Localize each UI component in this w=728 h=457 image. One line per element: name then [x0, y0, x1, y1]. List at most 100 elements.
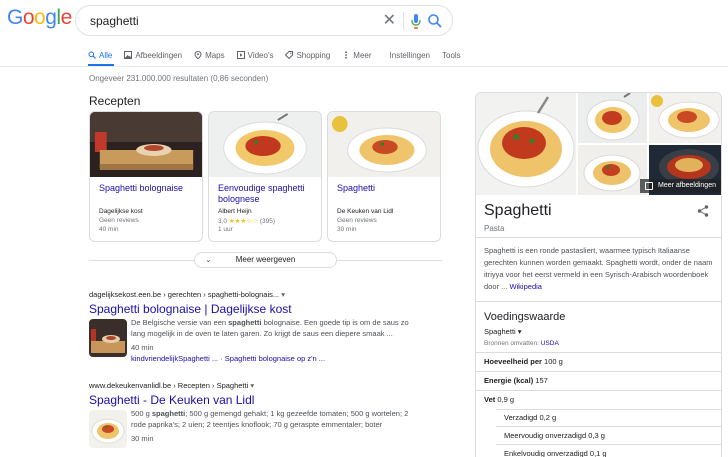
nutrition-row: Enkelvoudig onverzadigd 0,1 g	[476, 449, 721, 457]
result-url[interactable]: www.dekeukenvanlidl.be › Recepten › Spag…	[89, 381, 254, 390]
result-time: 40 min	[131, 343, 154, 352]
nutrition-value: 0,2 g	[539, 413, 557, 422]
nutrition-select-value: Spaghetti	[484, 327, 516, 336]
nutrition-value: 0,1 g	[589, 449, 607, 457]
image-icon	[645, 182, 653, 190]
nutrition-value: 0,9 g	[497, 395, 515, 404]
nutrition-label: Meervoudig onverzadigd	[504, 431, 587, 440]
nutrition-label: Energie (kcal)	[484, 376, 534, 385]
result-sitelinks[interactable]: kindvriendelijkSpaghetti ... · Spaghetti…	[131, 354, 325, 363]
search-tabs: Alle Afbeeldingen Maps Video's Shopping …	[88, 49, 473, 61]
mic-icon[interactable]	[411, 14, 421, 29]
nutrition-select[interactable]: Spaghetti ▾	[484, 327, 522, 336]
result-snippet: 500 g spaghetti; 500 g gemengd gehakt; 1…	[131, 409, 416, 430]
result-stats: Ongeveer 231.000.000 resultaten (0,86 se…	[89, 74, 269, 83]
nutrition-row: Meervoudig onverzadigd 0,3 g	[476, 431, 721, 440]
knowledge-description: Spaghetti is een ronde pastasliert, waar…	[484, 245, 720, 293]
recipe-card[interactable]: Eenvoudige spaghetti bolognese Albert He…	[208, 111, 322, 242]
caret-down-icon[interactable]: ▾	[250, 381, 254, 390]
wikipedia-link[interactable]: Wikipedia	[509, 282, 542, 291]
share-icon[interactable]	[697, 205, 709, 217]
recipe-source: Dagelijkse kost	[99, 208, 143, 215]
caret-down-icon[interactable]: ▾	[281, 290, 285, 299]
nutrition-source: Bronnen omvatten: USDA	[484, 340, 559, 347]
knowledge-image[interactable]	[476, 93, 576, 195]
recipe-card[interactable]: Spaghetti De Keuken van Lidl Geen review…	[327, 111, 441, 242]
panel-divider	[476, 371, 721, 372]
tab-shopping[interactable]: Shopping	[285, 49, 330, 61]
panel-divider	[496, 426, 721, 427]
logo-letter: o	[22, 6, 35, 29]
header-divider	[0, 66, 728, 67]
search-icon	[88, 51, 96, 59]
result-breadcrumb: www.dekeukenvanlidl.be › Recepten › Spag…	[89, 381, 249, 390]
recipe-image	[209, 112, 321, 177]
recipe-title[interactable]: Eenvoudige spaghetti bolognese	[218, 183, 318, 205]
result-time: 30 min	[131, 434, 154, 443]
tab-maps[interactable]: Maps	[194, 49, 225, 61]
rating-count: (395)	[259, 218, 275, 225]
image-icon	[124, 51, 133, 59]
more-icon	[345, 51, 348, 59]
video-icon	[236, 51, 245, 59]
google-logo[interactable]: Google	[7, 6, 72, 30]
tab-label: Shopping	[296, 50, 331, 60]
result-thumbnail[interactable]	[89, 319, 127, 357]
search-input[interactable]: spaghetti	[90, 14, 139, 28]
tab-meer[interactable]: Meer	[342, 49, 372, 61]
result-title[interactable]: Spaghetti bolognaise | Dagelijkse kost	[89, 302, 292, 316]
tab-label: Maps	[205, 50, 225, 60]
result-title[interactable]: Spaghetti - De Keuken van Lidl	[89, 393, 254, 407]
recipe-rating: 3,0 ★★★☆☆ (395)	[218, 217, 275, 225]
recipe-reviews: Geen reviews	[99, 217, 139, 224]
logo-letter: G	[7, 6, 23, 29]
tab-label: Tools	[442, 50, 461, 60]
result-url[interactable]: dagelijksekost.een.be › gerechten › spag…	[89, 290, 285, 299]
tab-videos[interactable]: Video's	[236, 49, 273, 61]
nutrition-row: Vet 0,9 g	[476, 395, 721, 404]
show-more-button[interactable]: ⌄ Meer weergeven	[194, 252, 337, 268]
recipe-card[interactable]: Spaghetti bolognaise Dagelijkse kost Gee…	[89, 111, 203, 242]
nutrition-row: Hoeveelheid per 100 g	[476, 357, 721, 366]
recipe-reviews: Geen reviews	[337, 217, 377, 224]
caret-down-icon: ▾	[517, 327, 522, 336]
logo-letter: g	[45, 6, 57, 29]
more-images-button[interactable]: Meer afbeeldingen	[640, 179, 721, 193]
tab-instellingen[interactable]: Instellingen	[390, 49, 430, 61]
map-pin-icon	[194, 51, 202, 59]
tab-alle[interactable]: Alle	[88, 49, 112, 61]
search-box[interactable]: spaghetti ✕	[75, 5, 453, 36]
knowledge-image[interactable]	[578, 145, 647, 195]
recipe-title[interactable]: Spaghetti bolognaise	[99, 183, 199, 194]
search-icon[interactable]	[427, 13, 443, 29]
panel-divider	[476, 237, 721, 238]
tab-afbeeldingen[interactable]: Afbeeldingen	[124, 49, 182, 61]
tab-label: Alle	[99, 50, 113, 60]
search-divider	[403, 12, 404, 30]
nutrition-heading: Voedingswaarde	[484, 311, 566, 323]
recipe-image	[90, 112, 202, 177]
nutrition-value: 0,3 g	[588, 431, 605, 440]
close-icon[interactable]: ✕	[383, 12, 396, 30]
star-rating-icon: ★★★☆☆	[228, 218, 258, 225]
snippet-highlight: spaghetti	[151, 409, 186, 418]
recipe-title[interactable]: Spaghetti	[337, 183, 437, 194]
nutrition-label: Hoeveelheid per	[484, 357, 542, 366]
tab-tools[interactable]: Tools	[442, 49, 461, 61]
chevron-down-icon: ⌄	[205, 255, 212, 264]
nutrition-label: Enkelvoudig onverzadigd	[504, 449, 588, 457]
result-thumbnail[interactable]	[89, 410, 127, 448]
logo-letter: o	[34, 6, 46, 29]
source-prefix: Bronnen omvatten:	[484, 340, 541, 347]
nutrition-value: 157	[535, 376, 548, 385]
recipe-time: 1 uur	[218, 226, 233, 233]
tag-icon	[285, 51, 294, 59]
more-images-label: Meer afbeeldingen	[658, 182, 716, 189]
rating-value: 3,0	[218, 218, 228, 225]
knowledge-image[interactable]	[578, 93, 647, 143]
snippet-text: 500 g	[131, 409, 152, 418]
knowledge-image[interactable]	[649, 93, 722, 143]
tab-label: Afbeeldingen	[135, 50, 183, 60]
panel-divider	[476, 352, 721, 353]
usda-link[interactable]: USDA	[541, 340, 559, 347]
